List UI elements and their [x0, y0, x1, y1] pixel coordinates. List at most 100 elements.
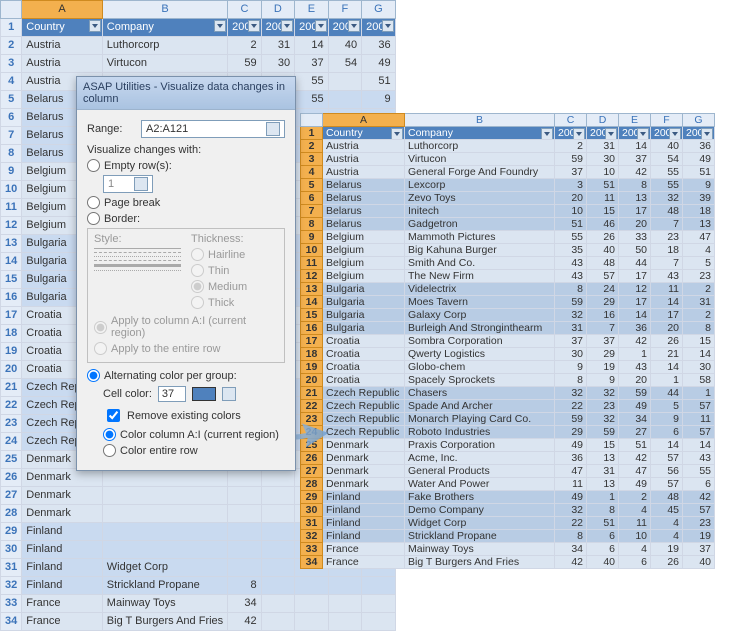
row-header[interactable]: 15	[1, 271, 22, 289]
table-cell[interactable]: Virtucon	[102, 55, 227, 73]
table-cell[interactable]: 42	[228, 613, 261, 631]
table-cell[interactable]: 30	[261, 55, 294, 73]
row-header[interactable]: 17	[301, 335, 323, 348]
table-cell[interactable]: Denmark	[323, 452, 405, 465]
table-cell[interactable]: 51	[683, 166, 715, 179]
row-header[interactable]: 6	[1, 109, 22, 127]
table-cell[interactable]: Belgium	[323, 257, 405, 270]
table-cell[interactable]: Big Kahuna Burger	[405, 244, 555, 257]
filter-dropdown-icon[interactable]	[281, 20, 293, 32]
row-header[interactable]: 7	[1, 127, 22, 145]
table-cell[interactable]: 58	[683, 374, 715, 387]
table-cell[interactable]: Austria	[323, 153, 405, 166]
table-cell[interactable]: 8	[228, 577, 261, 595]
filter-dropdown-icon[interactable]	[214, 20, 226, 32]
table-cell[interactable]: Smith And Co.	[405, 257, 555, 270]
table-cell[interactable]: 37	[555, 335, 587, 348]
table-cell[interactable]: Austria	[323, 166, 405, 179]
table-cell[interactable]	[261, 523, 294, 541]
table-cell[interactable]: 5	[651, 400, 683, 413]
table-cell[interactable]	[228, 487, 261, 505]
row-header[interactable]: 18	[301, 348, 323, 361]
table-cell[interactable]: 57	[651, 478, 683, 491]
table-cell[interactable]: 32	[555, 309, 587, 322]
table-cell[interactable]: 32	[555, 504, 587, 517]
row-header[interactable]: 16	[301, 322, 323, 335]
table-cell[interactable]: Austria	[22, 55, 103, 73]
table-cell[interactable]: 51	[619, 439, 651, 452]
filter-dropdown-icon[interactable]	[605, 128, 617, 140]
table-cell[interactable]: 29	[587, 348, 619, 361]
table-cell[interactable]: 1	[619, 348, 651, 361]
table-cell[interactable]: Roboto Industries	[405, 426, 555, 439]
table-cell[interactable]: Mammoth Pictures	[405, 231, 555, 244]
table-cell[interactable]: 55	[683, 465, 715, 478]
table-cell[interactable]: 19	[683, 530, 715, 543]
table-cell[interactable]: 51	[555, 218, 587, 231]
table-cell[interactable]: 39	[683, 192, 715, 205]
row-header[interactable]: 5	[1, 91, 22, 109]
table-cell[interactable]: 48	[651, 205, 683, 218]
table-cell[interactable]: 51	[587, 179, 619, 192]
color-dropdown-icon[interactable]	[222, 387, 236, 401]
table-cell[interactable]: 43	[651, 270, 683, 283]
table-cell[interactable]: Bulgaria	[323, 296, 405, 309]
table-cell[interactable]	[328, 91, 361, 109]
table-cell[interactable]: 57	[651, 452, 683, 465]
table-cell[interactable]: Denmark	[22, 505, 103, 523]
table-cell[interactable]: 26	[587, 231, 619, 244]
table-cell[interactable]: 23	[651, 231, 683, 244]
row-header[interactable]: 28	[301, 478, 323, 491]
table-cell[interactable]: 48	[587, 257, 619, 270]
table-header-cell[interactable]: 2009	[683, 127, 715, 140]
table-cell[interactable]: 8	[555, 283, 587, 296]
table-header-cell[interactable]: 2007	[295, 19, 328, 37]
table-cell[interactable]: 11	[651, 283, 683, 296]
row-header[interactable]: 21	[301, 387, 323, 400]
row-header[interactable]: 34	[301, 556, 323, 569]
table-header-cell[interactable]: Country	[22, 19, 103, 37]
table-cell[interactable]: 23	[683, 517, 715, 530]
table-cell[interactable]: 45	[651, 504, 683, 517]
row-header[interactable]: 9	[1, 163, 22, 181]
table-cell[interactable]: 14	[651, 361, 683, 374]
color-entire-row[interactable]: Color entire row	[103, 444, 285, 457]
table-cell[interactable]	[102, 523, 227, 541]
table-cell[interactable]: 40	[683, 556, 715, 569]
table-cell[interactable]: 57	[683, 400, 715, 413]
table-header-cell[interactable]: 2008	[651, 127, 683, 140]
table-cell[interactable]	[261, 487, 294, 505]
table-cell[interactable]	[328, 595, 361, 613]
table-cell[interactable]: 14	[295, 37, 328, 55]
filter-dropdown-icon[interactable]	[89, 20, 101, 32]
table-cell[interactable]: 55	[555, 231, 587, 244]
row-header[interactable]: 4	[1, 73, 22, 91]
row-header[interactable]: 10	[301, 244, 323, 257]
table-cell[interactable]	[261, 505, 294, 523]
table-cell[interactable]: 57	[683, 504, 715, 517]
table-cell[interactable]: 59	[228, 55, 261, 73]
table-cell[interactable]	[228, 523, 261, 541]
table-cell[interactable]: Croatia	[323, 361, 405, 374]
table-cell[interactable]: 31	[587, 465, 619, 478]
filter-dropdown-icon[interactable]	[669, 128, 681, 140]
table-cell[interactable]: 6	[619, 556, 651, 569]
table-cell[interactable]: 51	[362, 73, 395, 91]
row-header[interactable]: 18	[1, 325, 22, 343]
row-header[interactable]: 30	[1, 541, 22, 559]
table-cell[interactable]: 30	[683, 361, 715, 374]
filter-dropdown-icon[interactable]	[573, 128, 585, 140]
table-cell[interactable]: 49	[555, 439, 587, 452]
table-cell[interactable]: Fake Brothers	[405, 491, 555, 504]
table-header-cell[interactable]: 2009	[362, 19, 395, 37]
row-header[interactable]: 1	[1, 19, 22, 37]
row-header[interactable]: 26	[1, 469, 22, 487]
table-cell[interactable]: 43	[683, 452, 715, 465]
filter-dropdown-icon[interactable]	[315, 20, 327, 32]
table-cell[interactable]: 29	[587, 296, 619, 309]
table-cell[interactable]: 30	[587, 153, 619, 166]
opt-border[interactable]: Border:	[87, 212, 285, 225]
table-cell[interactable]: France	[323, 556, 405, 569]
col-header[interactable]: F	[651, 114, 683, 127]
table-cell[interactable]: 33	[619, 231, 651, 244]
